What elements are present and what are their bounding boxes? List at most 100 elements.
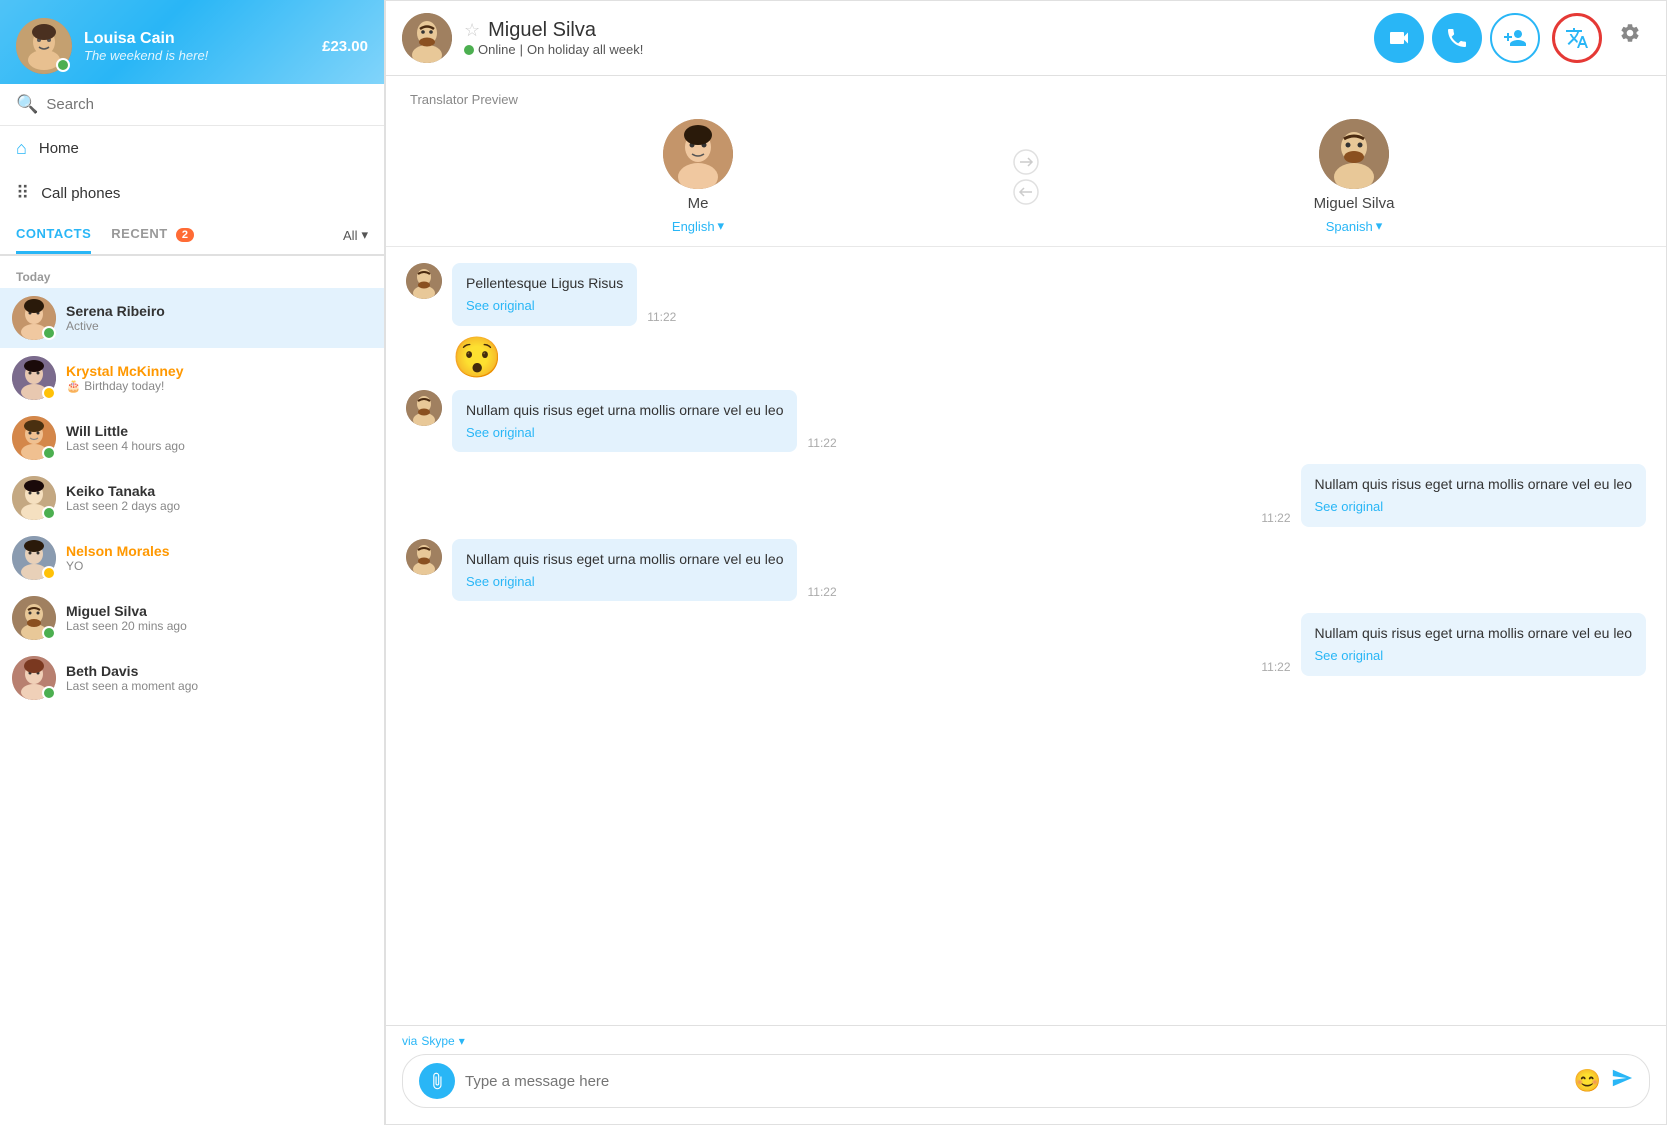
translator-participants: Me English ▾ Miguel Silva (410, 119, 1642, 234)
chat-input-area: via Skype ▾ 😊 (386, 1025, 1666, 1124)
contact-item-beth[interactable]: Beth Davis Last seen a moment ago (0, 648, 384, 708)
header-actions (1374, 13, 1650, 63)
user-info: Louisa Cain The weekend is here! (84, 30, 310, 63)
contact-sub-keiko: Last seen 2 days ago (66, 499, 372, 513)
contact-item-miguel[interactable]: Miguel Silva Last seen 20 mins ago (0, 588, 384, 648)
nav-call-phones[interactable]: ⠿ Call phones (0, 171, 384, 216)
tab-recent[interactable]: RECENT 2 (111, 216, 194, 254)
msg-time-1: 11:22 (647, 310, 676, 324)
see-original-6[interactable]: See original (1315, 646, 1632, 666)
see-original-5[interactable]: See original (466, 572, 783, 592)
nav-call-phones-label: Call phones (41, 185, 120, 202)
contact-item-keiko[interactable]: Keiko Tanaka Last seen 2 days ago (0, 468, 384, 528)
msg-content-1: Pellentesque Ligus Risus See original (452, 263, 637, 326)
see-original-4[interactable]: See original (1315, 497, 1632, 517)
tab-all[interactable]: All ▾ (343, 227, 368, 243)
home-icon: ⌂ (16, 138, 27, 159)
contact-text-serena: Serena Ribeiro Active (66, 303, 372, 333)
see-original-3[interactable]: See original (466, 423, 783, 443)
translator-button[interactable] (1552, 13, 1602, 63)
via-service[interactable]: Skype (421, 1034, 454, 1048)
status-beth (42, 686, 56, 700)
msg-row-3: Nullam quis risus eget urna mollis ornar… (406, 390, 1646, 453)
send-button[interactable] (1611, 1067, 1633, 1095)
user-credit: £23.00 (322, 38, 368, 55)
chat-header: ☆ Miguel Silva Online | On holiday all w… (386, 1, 1666, 76)
contact-sub-serena: Active (66, 319, 372, 333)
msg-time-6: 11:22 (1261, 660, 1290, 674)
dialpad-icon: ⠿ (16, 183, 29, 204)
msg-avatar-5 (406, 539, 442, 575)
msg-row-4: 11:22 Nullam quis risus eget urna mollis… (406, 464, 1646, 527)
contact-item-krystal[interactable]: Krystal McKinney 🎂 Birthday today! (0, 348, 384, 408)
sidebar: Louisa Cain The weekend is here! £23.00 … (0, 0, 385, 1125)
chat-header-avatar (402, 13, 452, 63)
msg-bubble-3: Nullam quis risus eget urna mollis ornar… (452, 390, 797, 453)
star-icon[interactable]: ☆ (464, 20, 480, 41)
user-status-dot (56, 58, 70, 72)
translator-avatar-contact (1319, 119, 1389, 189)
user-avatar-wrap[interactable] (16, 18, 72, 74)
contact-text-miguel: Miguel Silva Last seen 20 mins ago (66, 603, 372, 633)
contact-text-nelson: Nelson Morales YO (66, 543, 372, 573)
section-today: Today (0, 262, 384, 288)
add-contact-button[interactable] (1490, 13, 1540, 63)
msg-row-1: Pellentesque Ligus Risus See original 11… (406, 263, 1646, 326)
tab-contacts[interactable]: CONTACTS (16, 216, 91, 254)
contact-text-beth: Beth Davis Last seen a moment ago (66, 663, 372, 693)
via-skype: via Skype ▾ (402, 1034, 1650, 1048)
translator-contact-lang[interactable]: Spanish ▾ (1326, 218, 1383, 234)
contact-name-keiko: Keiko Tanaka (66, 483, 372, 499)
user-name: Louisa Cain (84, 30, 310, 48)
secondary-actions (1552, 13, 1650, 63)
status-miguel (42, 626, 56, 640)
chat-header-name: ☆ Miguel Silva (464, 19, 1362, 42)
msg-emoji: 😯 (452, 338, 502, 378)
search-icon: 🔍 (16, 94, 38, 115)
contact-item-nelson[interactable]: Nelson Morales YO (0, 528, 384, 588)
see-original-1[interactable]: See original (466, 296, 623, 316)
status-will (42, 446, 56, 460)
msg-avatar-3 (406, 390, 442, 426)
contact-sub-nelson: YO (66, 559, 372, 573)
search-bar: 🔍 (0, 84, 384, 126)
nav-home[interactable]: ⌂ Home (0, 126, 384, 171)
translator-me-lang[interactable]: English ▾ (672, 218, 724, 234)
contact-item-will[interactable]: Will Little Last seen 4 hours ago (0, 408, 384, 468)
msg-time-5: 11:22 (807, 585, 836, 599)
contact-sub-beth: Last seen a moment ago (66, 679, 372, 693)
msg-time-3: 11:22 (807, 436, 836, 450)
settings-button[interactable] (1610, 13, 1650, 53)
chat-header-status: Online | On holiday all week! (464, 42, 1362, 57)
translator-me-name: Me (688, 195, 709, 212)
translator-person-me: Me English ▾ (410, 119, 986, 234)
contact-name-beth: Beth Davis (66, 663, 372, 679)
input-row: 😊 (402, 1054, 1650, 1108)
video-call-button[interactable] (1374, 13, 1424, 63)
search-input[interactable] (46, 96, 368, 113)
translator-avatar-me (663, 119, 733, 189)
contact-sub-miguel: Last seen 20 mins ago (66, 619, 372, 633)
contact-text-will: Will Little Last seen 4 hours ago (66, 423, 372, 453)
translator-preview-label: Translator Preview (410, 92, 1642, 107)
contact-text-krystal: Krystal McKinney 🎂 Birthday today! (66, 363, 372, 393)
contact-text-keiko: Keiko Tanaka Last seen 2 days ago (66, 483, 372, 513)
contact-item-serena[interactable]: Serena Ribeiro Active (0, 288, 384, 348)
attach-button[interactable] (419, 1063, 455, 1099)
msg-content-3: Nullam quis risus eget urna mollis ornar… (452, 390, 797, 453)
message-input[interactable] (465, 1073, 1564, 1090)
nav-home-label: Home (39, 140, 79, 157)
contact-name-krystal: Krystal McKinney (66, 363, 372, 379)
emoji-button[interactable]: 😊 (1574, 1068, 1601, 1094)
msg-content-6: Nullam quis risus eget urna mollis ornar… (1301, 613, 1646, 676)
translator-preview: Translator Preview Me English ▾ (386, 76, 1666, 247)
recent-badge: 2 (176, 228, 195, 242)
msg-row-emoji: 😯 (406, 338, 1646, 378)
voice-call-button[interactable] (1432, 13, 1482, 63)
msg-content-4: Nullam quis risus eget urna mollis ornar… (1301, 464, 1646, 527)
contacts-list: Today Serena Ribeiro Active (0, 256, 384, 1125)
translator-person-contact: Miguel Silva Spanish ▾ (1066, 119, 1642, 234)
user-status: The weekend is here! (84, 48, 310, 63)
msg-bubble-5: Nullam quis risus eget urna mollis ornar… (452, 539, 797, 602)
main-chat: ☆ Miguel Silva Online | On holiday all w… (385, 0, 1667, 1125)
